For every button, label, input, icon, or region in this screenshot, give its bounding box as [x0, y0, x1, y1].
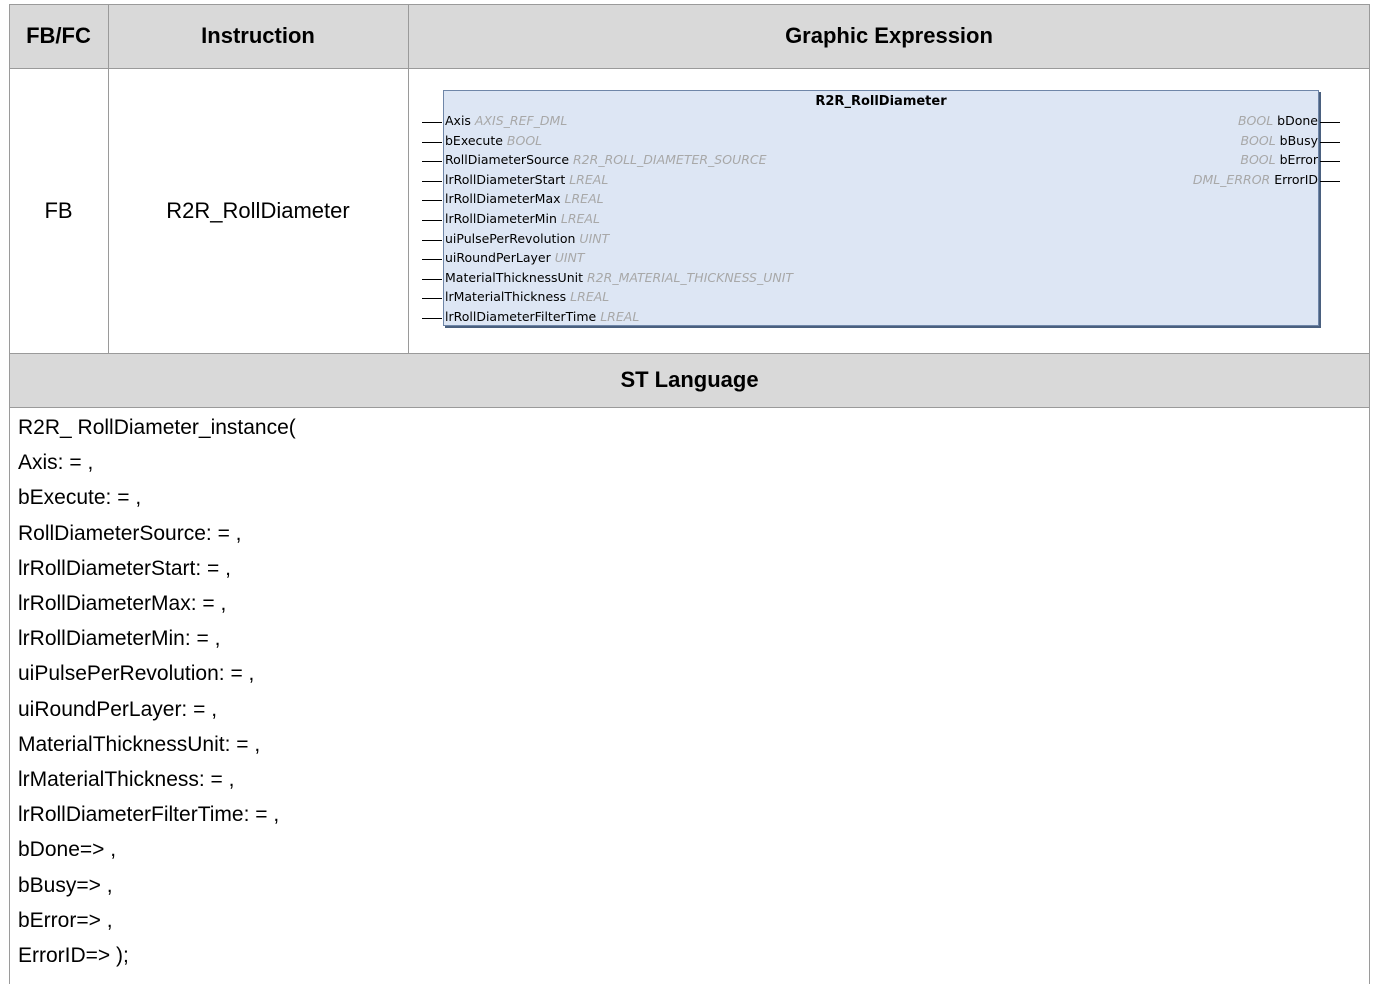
output-pin-type: BOOL — [1237, 113, 1274, 128]
input-pin-line — [422, 318, 442, 319]
input-pin: lrRollDiameterFilterTime LREAL — [445, 308, 639, 326]
input-pin-type: BOOL — [506, 132, 543, 148]
output-pin-line — [1320, 180, 1340, 182]
input-pin-name: bExecute — [445, 132, 503, 148]
st-code-line: MaterialThicknessUnit: = , — [18, 732, 261, 756]
fb-type-cell: FB — [44, 197, 73, 223]
input-pin-type: LREAL — [564, 191, 604, 207]
input-pin-name: lrRollDiameterFilterTime — [445, 309, 597, 324]
st-code-line: uiPulsePerRevolution: = , — [18, 662, 255, 686]
st-code-line: bBusy=> , — [18, 873, 113, 897]
st-code-line: uiRoundPerLayer: = , — [18, 697, 218, 721]
input-pin-type: LREAL — [570, 289, 610, 305]
input-pin-line — [422, 141, 442, 143]
function-block-title: R2R_RollDiameter — [815, 94, 947, 109]
st-code-line: bError=> , — [18, 908, 113, 932]
input-pin-type: AXIS_REF_DML — [474, 113, 568, 128]
output-pin-type: BOOL — [1240, 152, 1276, 168]
function-block-diagram: R2R_RollDiameter Axis AXIS_REF_DML bExecu… — [420, 82, 1340, 332]
input-pin-name: lrRollDiameterMin — [445, 211, 557, 226]
input-pin-name: RollDiameterSource — [445, 152, 570, 168]
st-code-line: lrRollDiameterFilterTime: = , — [18, 803, 280, 827]
output-pin: BOOL bDone — [1238, 112, 1318, 130]
st-code-line: bDone=> , — [18, 838, 117, 862]
input-pin-line — [422, 298, 442, 300]
st-code-line: bExecute: = , — [18, 486, 142, 510]
input-pin-line — [422, 161, 442, 163]
input-pin: uiPulsePerRevolution UINT — [445, 230, 609, 248]
header-graphic-expression: Graphic Expression — [408, 4, 1370, 68]
input-pin-type: LREAL — [569, 171, 609, 187]
output-pin-line — [1320, 141, 1340, 143]
output-pin-type: DML_ERROR — [1192, 171, 1271, 187]
output-pin: BOOL bBusy — [1240, 132, 1318, 150]
st-code-line: lrRollDiameterMax: = , — [18, 592, 227, 615]
output-pin-name: bBusy — [1279, 132, 1318, 148]
st-code-line: RollDiameterSource: = , — [18, 521, 242, 545]
input-pin: uiRoundPerLayer UINT — [445, 249, 585, 267]
input-pin-line — [422, 122, 442, 123]
st-code-line: ErrorID=> ); — [18, 944, 129, 967]
input-pin-type: UINT — [579, 230, 610, 246]
output-pin-line — [1320, 161, 1340, 163]
input-pin-name: lrRollDiameterStart — [445, 171, 566, 187]
input-pin-name: Axis — [445, 113, 471, 128]
input-pin-line — [422, 200, 442, 202]
st-code-line: lrRollDiameterMin: = , — [18, 627, 221, 651]
input-pin: Axis AXIS_REF_DML — [445, 112, 567, 130]
output-pin-type: BOOL — [1240, 132, 1276, 148]
st-code-line: lrMaterialThickness: = , — [18, 768, 235, 791]
input-pin-name: lrRollDiameterMax — [445, 191, 561, 207]
input-pin-line — [422, 259, 442, 261]
input-pin-line — [422, 239, 442, 241]
input-pin-line — [422, 220, 442, 221]
input-pin: lrMaterialThickness LREAL — [445, 288, 609, 306]
output-pin-name: bDone — [1277, 113, 1318, 128]
output-pin-line — [1320, 122, 1340, 123]
input-pin: bExecute BOOL — [445, 132, 542, 150]
input-pin-line — [422, 180, 442, 182]
header-fbfc: FB/FC — [9, 4, 108, 68]
input-pin-name: uiRoundPerLayer — [445, 250, 551, 266]
input-pin-name: uiPulsePerRevolution — [445, 230, 576, 246]
header-instruction: Instruction — [108, 4, 408, 68]
input-pin-type: UINT — [554, 250, 585, 266]
input-pin-type: LREAL — [600, 309, 640, 324]
header-st-language: ST Language — [9, 353, 1370, 407]
st-code-line: Axis: = , — [18, 451, 94, 475]
input-pin: lrRollDiameterStart LREAL — [445, 171, 608, 189]
input-pin-type: R2R_MATERIAL_THICKNESS_UNIT — [587, 269, 794, 285]
input-pin: lrRollDiameterMin LREAL — [445, 210, 600, 228]
input-pin: RollDiameterSource R2R_ROLL_DIAMETER_SOU… — [445, 151, 767, 169]
st-code-line: lrRollDiameterStart: = , — [18, 556, 231, 580]
input-pin: MaterialThicknessUnit R2R_MATERIAL_THICK… — [445, 269, 793, 287]
instruction-name-cell: R2R_RollDiameter — [166, 197, 350, 223]
input-pin-type: R2R_ROLL_DIAMETER_SOURCE — [573, 152, 767, 168]
input-pin: lrRollDiameterMax LREAL — [445, 190, 604, 208]
output-pin-name: bError — [1279, 152, 1318, 168]
input-pin-name: MaterialThicknessUnit — [445, 269, 584, 285]
output-pin-name: ErrorID — [1274, 171, 1318, 187]
input-pin-line — [422, 278, 442, 280]
output-pin: DML_ERROR ErrorID — [1193, 171, 1318, 189]
st-code-line: R2R_ RollDiameter_instance( — [18, 416, 296, 439]
input-pin-type: LREAL — [560, 211, 600, 226]
output-pin: BOOL bError — [1240, 151, 1318, 169]
input-pin-name: lrMaterialThickness — [445, 289, 567, 305]
